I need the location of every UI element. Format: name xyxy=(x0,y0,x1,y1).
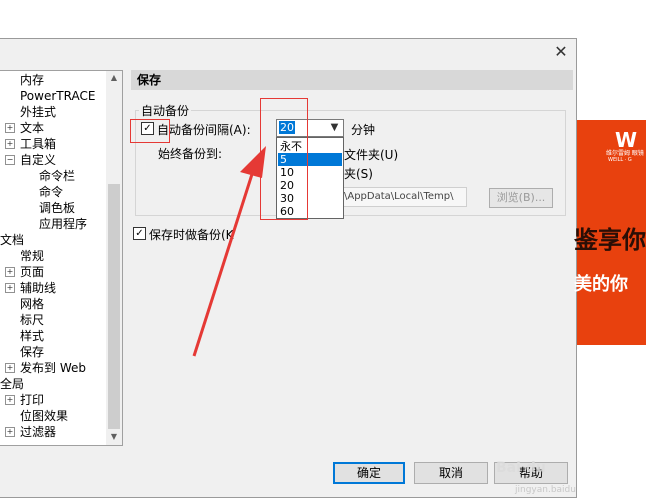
banner-tagline: 美的你 xyxy=(574,274,628,295)
annotation-arrow xyxy=(192,146,266,357)
watermark-logo: Bai du xyxy=(496,460,546,476)
banner-art-text: 鉴享你 xyxy=(574,226,646,254)
banner-brand: 维尔雷姆 眼镜 xyxy=(606,150,644,157)
banner-brand-sub: WEILL · G xyxy=(608,157,632,163)
watermark-url: jingyan.baidu xyxy=(515,485,576,495)
